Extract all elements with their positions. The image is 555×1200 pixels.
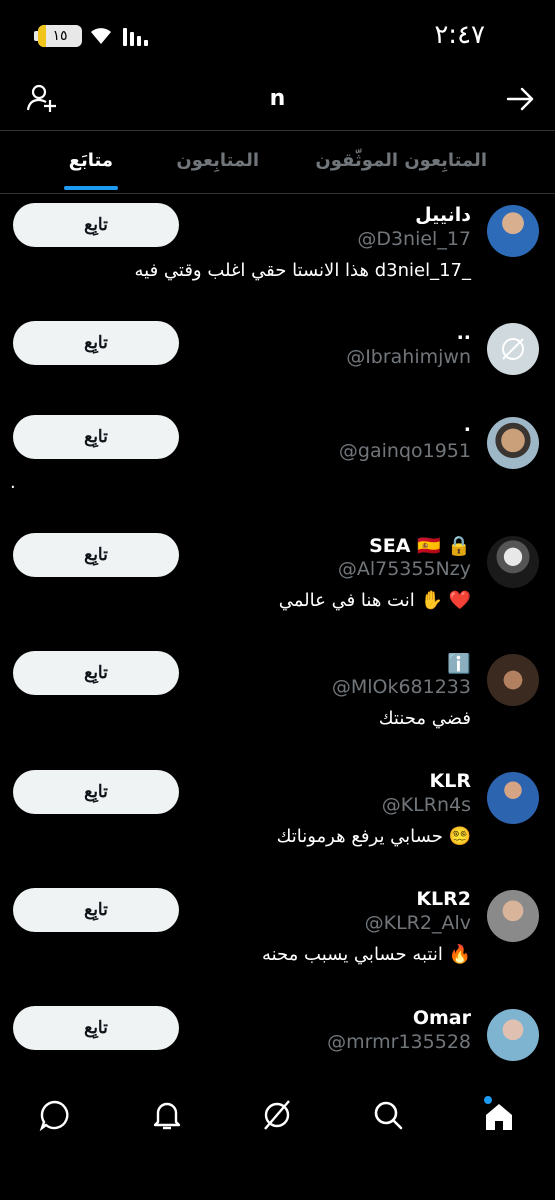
follow-button[interactable]: تابِع [13, 415, 179, 459]
tab-verified-followers[interactable]: المتابِعون الموثّقون [315, 150, 487, 171]
follow-button[interactable]: تابِع [13, 203, 179, 247]
user-name[interactable]: دانييل [415, 204, 471, 226]
user-name[interactable]: SEA 🇪🇸 🔒 [369, 534, 471, 557]
wifi-icon [91, 28, 111, 44]
battery-level: ١٥ [52, 28, 68, 44]
user-handle[interactable]: @KLRn4s [382, 794, 471, 816]
active-tab-indicator [64, 186, 118, 190]
avatar[interactable] [487, 772, 539, 824]
signal-icon [123, 28, 148, 46]
user-bio: . [10, 472, 16, 493]
user-name[interactable]: .. [457, 322, 471, 344]
avatar[interactable] [487, 890, 539, 942]
search-icon[interactable] [371, 1098, 405, 1132]
user-bio: فضي محنتك [378, 708, 471, 729]
avatar[interactable] [487, 536, 539, 588]
user-name[interactable]: ℹ️ [447, 652, 471, 675]
user-bio: انت هنا في عالمي ✋ ❤️ [278, 590, 471, 611]
follow-button[interactable]: تابِع [13, 888, 179, 932]
avatar[interactable] [487, 654, 539, 706]
home-icon[interactable] [482, 1100, 516, 1134]
follow-button[interactable]: تابِع [13, 1006, 179, 1050]
tab-followers[interactable]: المتابِعون [176, 150, 259, 171]
user-handle[interactable]: @gainqo1951 [339, 440, 471, 462]
user-name[interactable]: Omar [413, 1007, 471, 1029]
follow-button[interactable]: تابِع [13, 651, 179, 695]
follow-button[interactable]: تابِع [13, 770, 179, 814]
user-name[interactable]: . [464, 414, 471, 436]
back-arrow-icon[interactable] [505, 84, 535, 114]
new-content-dot [484, 1096, 492, 1104]
avatar[interactable] [487, 323, 539, 375]
user-handle[interactable]: @KLR2_Alv [365, 912, 471, 934]
user-name[interactable]: KLR [430, 770, 471, 792]
default-avatar-icon [502, 338, 524, 360]
grok-icon[interactable] [260, 1098, 294, 1132]
tab-following[interactable]: متابَع [69, 150, 113, 171]
clock: ٢:٤٧ [434, 20, 485, 50]
notifications-icon[interactable] [150, 1098, 184, 1132]
battery-icon: ١٥ [34, 25, 82, 47]
avatar[interactable] [487, 417, 539, 469]
follow-button[interactable]: تابِع [13, 533, 179, 577]
user-handle[interactable]: @D3niel_17 [357, 228, 471, 250]
user-handle[interactable]: @Al75355Nzy [338, 558, 471, 580]
follow-button[interactable]: تابِع [13, 321, 179, 365]
page-title: n [269, 86, 286, 111]
messages-icon[interactable] [38, 1098, 72, 1132]
user-bio: حسابي يرفع هرموناتك 😵‍💫 [276, 826, 471, 847]
avatar[interactable] [487, 205, 539, 257]
user-handle[interactable]: @MlOk681233 [332, 676, 471, 698]
user-handle[interactable]: @Ibrahimjwn [346, 346, 471, 368]
avatar[interactable] [487, 1009, 539, 1061]
user-bio: هذا الانستا حقي اغلب وقتي فيه d3niel_17_ [134, 260, 471, 281]
user-name[interactable]: KLR2 [416, 888, 471, 910]
user-bio: انتبه حسابي يسبب محنه 🔥 [261, 944, 471, 965]
user-handle[interactable]: @mrmr135528 [327, 1031, 471, 1053]
